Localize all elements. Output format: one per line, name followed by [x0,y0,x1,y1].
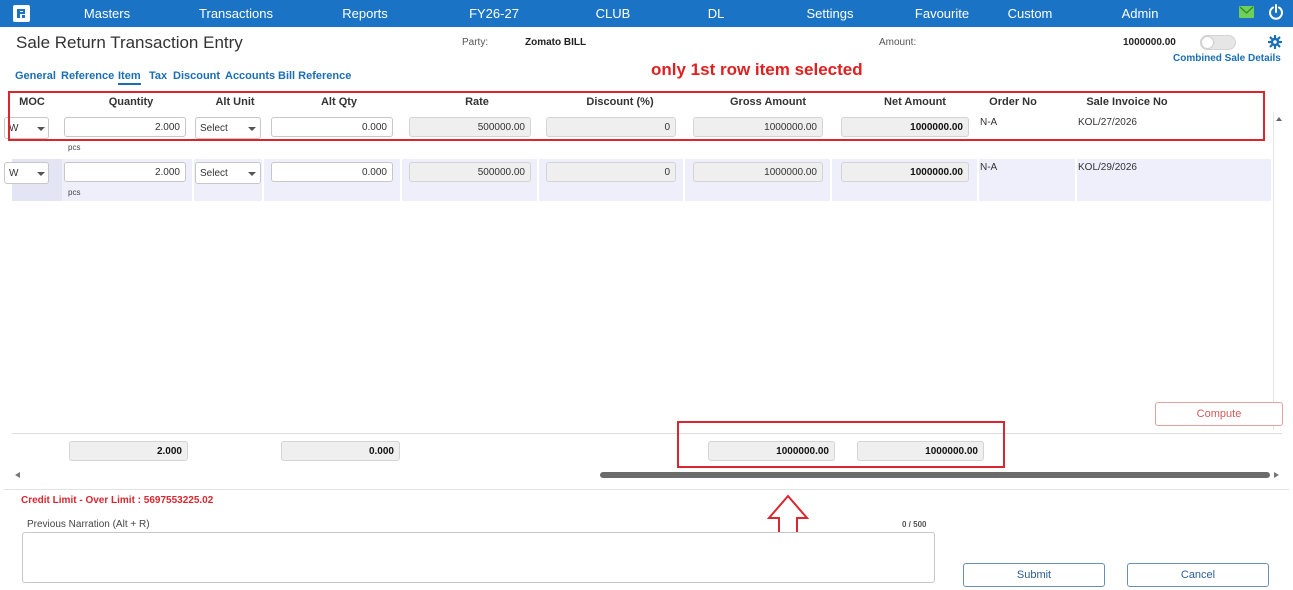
col-separator [192,159,194,201]
col-alt-unit: Alt Unit [215,96,255,108]
unit-label: pcs [68,188,81,197]
rate-field: 500000.00 [409,117,531,137]
nav-custom[interactable]: Custom [1008,0,1053,27]
nav-club[interactable]: CLUB [596,0,631,27]
col-alt-qty: Alt Qty [320,96,358,108]
page-title: Sale Return Transaction Entry [16,33,243,52]
tab-general[interactable]: General [15,70,56,82]
quantity-input[interactable]: 2.000 [64,117,186,137]
tab-reference[interactable]: Reference [61,70,114,82]
credit-limit-text: Credit Limit - Over Limit : 5697553225.0… [21,495,214,506]
nav-reports[interactable]: Reports [342,0,388,27]
tab-discount[interactable]: Discount [173,70,220,82]
scrollbar-track-line [1273,112,1274,430]
rate-field: 500000.00 [409,162,531,182]
sale-invoice-no: KOL/27/2026 [1078,117,1137,128]
vertical-scrollbar[interactable] [1273,112,1285,430]
col-net-amount: Net Amount [884,96,946,108]
combined-sale-details-link[interactable]: Combined Sale Details [1173,53,1281,64]
col-order-no: Order No [989,96,1037,108]
gear-icon[interactable] [1268,35,1282,49]
col-separator [830,159,832,201]
combined-sale-toggle[interactable] [1200,35,1236,50]
total-gross-amount: 1000000.00 [708,441,835,461]
col-separator [977,159,979,201]
nav-transactions[interactable]: Transactions [199,0,273,27]
narration-textarea[interactable] [22,532,935,583]
mail-icon[interactable] [1239,6,1254,18]
tab-accounts[interactable]: Accounts [225,70,275,82]
net-amount-field: 1000000.00 [841,117,969,137]
app-logo[interactable] [13,5,30,22]
party-label: Party: [462,37,489,48]
col-gross-amount: Gross Amount [730,96,806,108]
sale-invoice-no: KOL/29/2026 [1078,162,1137,173]
party-value: Zomato BILL [525,37,587,48]
col-separator [262,159,264,201]
alt-unit-select[interactable]: Select [195,162,261,184]
moc-select[interactable]: W [4,117,49,139]
col-separator [1075,159,1077,201]
totals-divider [12,433,1282,434]
order-no: N-A [980,162,998,173]
horizontal-scroll-thumb[interactable] [600,472,1270,478]
narration-counter: 0 / 500 [902,520,927,529]
col-separator [400,159,402,201]
tab-item[interactable]: Item [118,70,141,85]
top-nav-bar: Masters Transactions Reports FY26-27 CLU… [0,0,1293,27]
order-no: N-A [980,117,998,128]
nav-financial-year[interactable]: FY26-27 [469,0,519,27]
alt-qty-input[interactable]: 0.000 [271,162,393,182]
quantity-input[interactable]: 2.000 [64,162,186,182]
nav-masters[interactable]: Masters [84,0,130,27]
col-quantity: Quantity [108,96,154,108]
total-net-amount: 1000000.00 [857,441,984,461]
alt-qty-input[interactable]: 0.000 [271,117,393,137]
alt-unit-select[interactable]: Select [195,117,261,139]
cancel-button[interactable]: Cancel [1127,563,1269,587]
col-separator [537,159,539,201]
compute-button[interactable]: Compute [1155,402,1283,426]
unit-label: pcs [68,143,81,152]
discount-field: 0 [546,162,676,182]
discount-field: 0 [546,117,676,137]
amount-label: Amount: [879,37,917,48]
annotation-text: only 1st row item selected [651,60,863,79]
nav-admin[interactable]: Admin [1122,0,1159,27]
submit-button[interactable]: Submit [963,563,1105,587]
moc-select[interactable]: W [4,162,49,184]
power-icon[interactable] [1268,4,1284,20]
footer-divider [4,489,1289,490]
col-rate: Rate [465,96,489,108]
nav-settings[interactable]: Settings [807,0,854,27]
narration-label: Previous Narration (Alt + R) [27,519,150,530]
total-quantity: 2.000 [69,441,188,461]
tab-bill-reference[interactable]: Bill Reference [278,70,351,82]
total-alt-qty: 0.000 [281,441,400,461]
nav-favourite[interactable]: Favourite [915,0,969,27]
net-amount-field: 1000000.00 [841,162,969,182]
tab-tax[interactable]: Tax [149,70,167,82]
gross-amount-field: 1000000.00 [693,117,823,137]
nav-dl[interactable]: DL [708,0,725,27]
col-discount: Discount (%) [586,96,654,108]
amount-value: 1000000.00 [1123,37,1176,48]
col-sale-invoice-no: Sale Invoice No [1086,96,1168,108]
col-separator [683,159,685,201]
col-moc: MOC [19,96,45,108]
gross-amount-field: 1000000.00 [693,162,823,182]
